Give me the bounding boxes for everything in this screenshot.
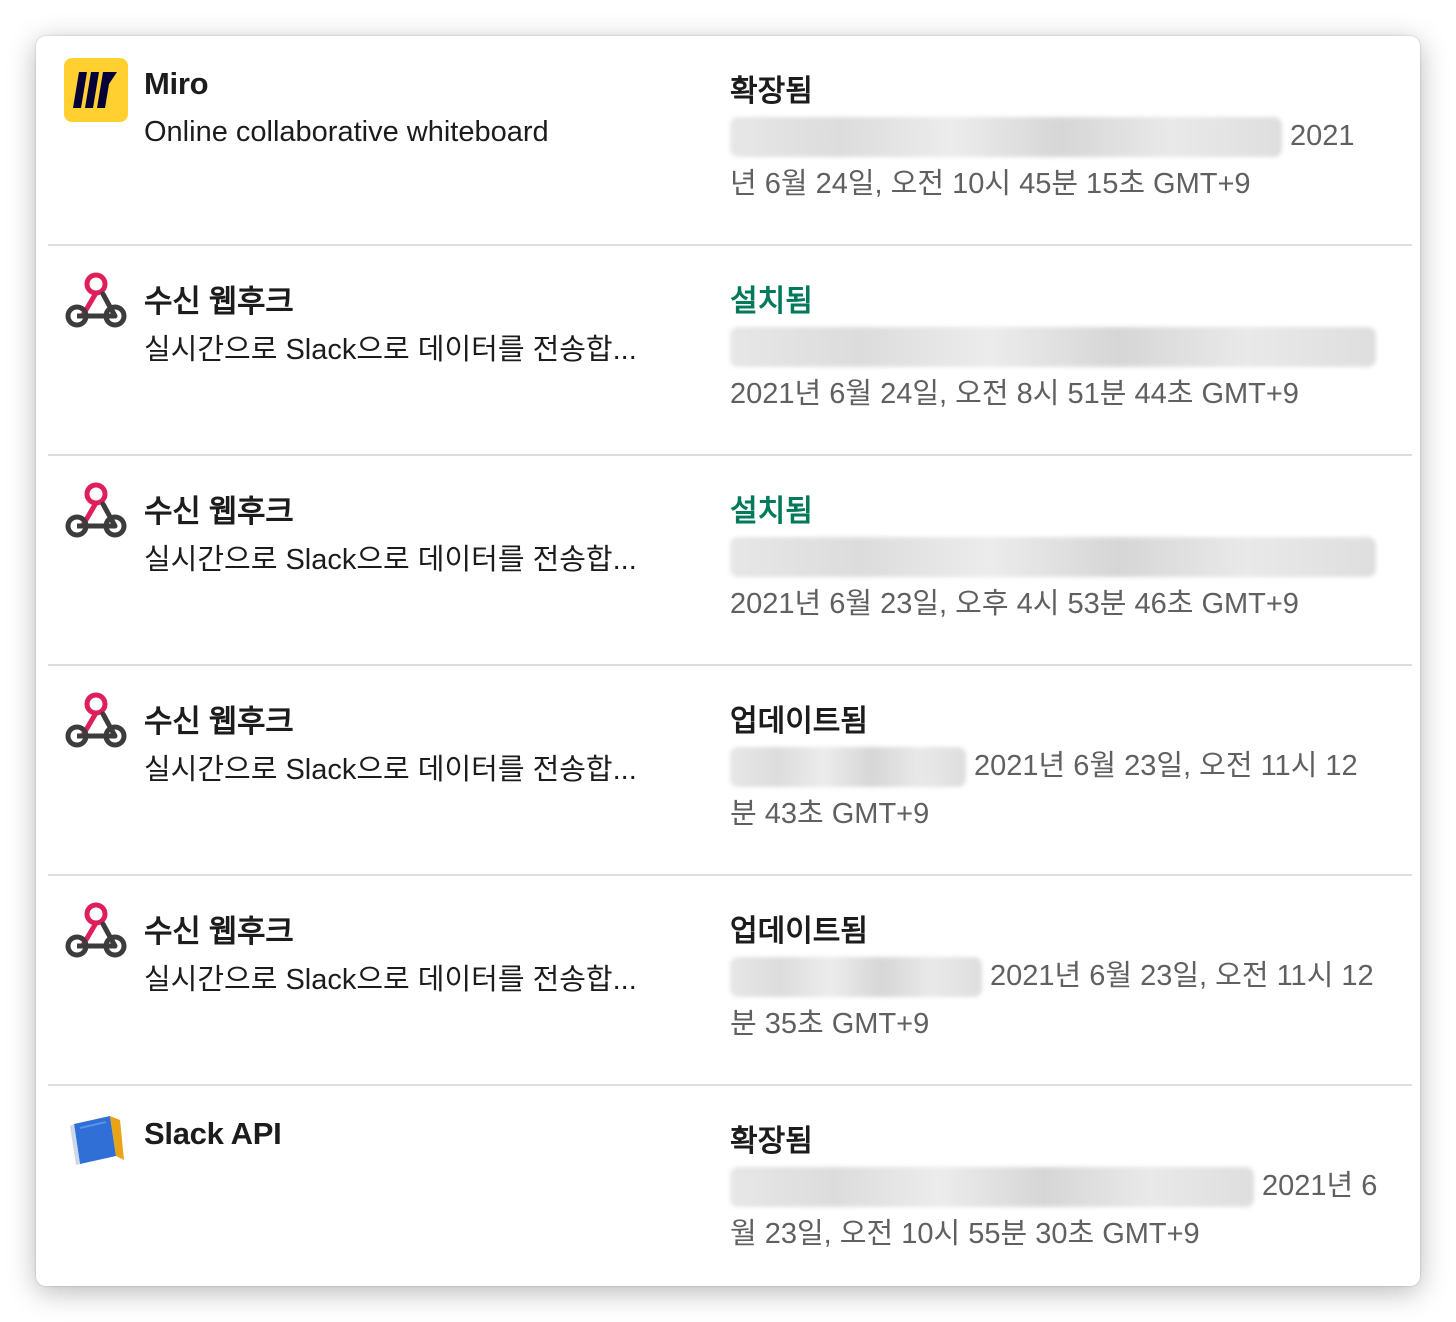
page-background: Miro Online collaborative whiteboard 확장됨… [0,0,1456,1322]
log-row[interactable]: Slack API 확장됨 2021년 6월 23일, 오전 10시 55분 3… [48,1086,1412,1286]
app-name[interactable]: Slack API [144,1116,282,1152]
log-row[interactable]: 수신 웹후크 실시간으로 Slack으로 데이터를 전송합... 설치됨 202… [48,456,1412,666]
status-detail: 2021년 6월 23일, 오전 11시 12분 35초 GMT+9 [730,952,1380,1048]
redacted-user-text [730,747,966,788]
app-description: Online collaborative whiteboard [144,116,549,148]
status-detail: 2021년 6월 23일, 오전 11시 12분 43초 GMT+9 [730,742,1380,838]
app-name[interactable]: Miro [144,66,209,102]
redacted-user-text [730,537,1376,578]
app-description: 실시간으로 Slack으로 데이터를 전송합... [144,964,637,996]
redacted-user-text [730,117,1282,158]
app-description: 실시간으로 Slack으로 데이터를 전송합... [144,544,637,576]
webhook-icon [64,688,128,752]
log-row[interactable]: 수신 웹후크 실시간으로 Slack으로 데이터를 전송합... 설치됨 202… [48,246,1412,456]
status-label: 확장됨 [730,75,813,108]
miro-logo-icon [64,58,128,122]
status-label: 설치됨 [730,285,813,318]
status-label: 업데이트됨 [730,705,868,738]
status-label: 설치됨 [730,495,813,528]
app-description: 실시간으로 Slack으로 데이터를 전송합... [144,334,637,366]
status-detail: 2021년 6월 24일, 오전 8시 51분 44초 GMT+9 [730,322,1380,418]
integration-log-card: Miro Online collaborative whiteboard 확장됨… [36,36,1420,1286]
webhook-icon [64,898,128,962]
log-row[interactable]: Miro Online collaborative whiteboard 확장됨… [48,36,1412,246]
status-detail: 2021년 6월 23일, 오전 10시 55분 30초 GMT+9 [730,1162,1380,1258]
app-name[interactable]: 수신 웹후크 [144,276,294,321]
log-row[interactable]: 수신 웹후크 실시간으로 Slack으로 데이터를 전송합... 업데이트됨 2… [48,666,1412,876]
timestamp: 2021년 6월 23일, 오후 4시 53분 46초 GMT+9 [730,588,1299,620]
redacted-user-text [730,327,1376,368]
webhook-icon [64,478,128,542]
status-detail: 2021년 6월 24일, 오전 10시 45분 15초 GMT+9 [730,112,1380,208]
redacted-user-text [730,957,982,998]
timestamp: 2021년 6월 24일, 오전 8시 51분 44초 GMT+9 [730,378,1299,410]
app-name[interactable]: 수신 웹후크 [144,906,294,951]
status-label: 확장됨 [730,1125,813,1158]
webhook-icon [64,268,128,332]
app-description: 실시간으로 Slack으로 데이터를 전송합... [144,754,637,786]
log-row[interactable]: 수신 웹후크 실시간으로 Slack으로 데이터를 전송합... 업데이트됨 2… [48,876,1412,1086]
slack-api-book-icon [64,1108,128,1172]
app-name[interactable]: 수신 웹후크 [144,696,294,741]
status-detail: 2021년 6월 23일, 오후 4시 53분 46초 GMT+9 [730,532,1380,628]
status-label: 업데이트됨 [730,915,868,948]
app-name[interactable]: 수신 웹후크 [144,486,294,531]
redacted-user-text [730,1167,1254,1208]
